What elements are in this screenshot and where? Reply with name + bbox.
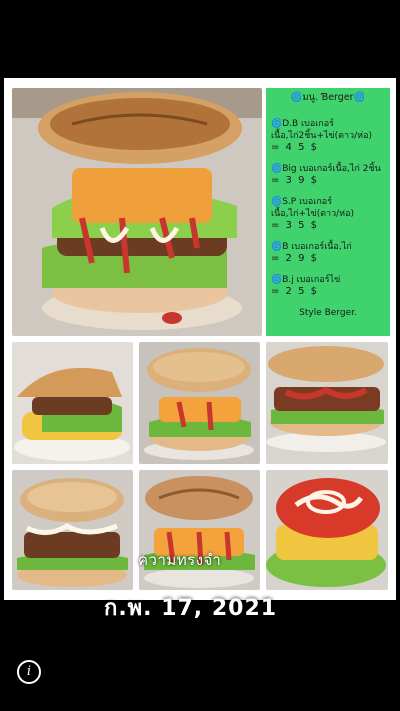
menu-item-db: 🌀D.B เบอเกอร์เนื้อ,ไก่2ชิ้น+ไข่(ดาว/ห่อ)… (271, 118, 385, 154)
burger-photo-open (266, 470, 388, 590)
menu-item-price: = 3 5 $ (271, 220, 319, 231)
burger-photo-front (139, 342, 260, 464)
burger-photo-pair (266, 342, 388, 464)
menu-item-bj: 🌀B.j เบอเกอร์ไข่ = 2 5 $ (271, 274, 385, 298)
menu-item-price: = 3 9 $ (271, 175, 319, 186)
info-icon[interactable]: i (17, 660, 41, 684)
menu-title: 🌀มนู. Ɓerger🌀 (290, 92, 366, 103)
menu-item-sp: 🌀S.P เบอเกอร์เนื้อ,ไก่+ไข่(ดาว/ห่อ) = 3 … (271, 196, 385, 232)
memory-label: ความทรงจำ (138, 551, 222, 569)
top-black-band (0, 0, 400, 78)
menu-item-big: 🌀Big เบอเกอร์เนื้อ,ไก่ 2ชิ้น = 3 9 $ (271, 163, 385, 187)
menu-panel: 🌀มนู. Ɓerger🌀 🌀D.B เบอเกอร์เนื้อ,ไก่2ชิ้… (266, 88, 390, 336)
burger-photo-grilled (139, 470, 260, 590)
menu-item-name: 🌀Big เบอเกอร์เนื้อ,ไก่ 2ชิ้น (271, 164, 381, 174)
menu-item-price: = 4 5 $ (271, 142, 319, 153)
menu-item-name: 🌀D.B เบอเกอร์เนื้อ,ไก่2ชิ้น+ไข่(ดาว/ห่อ) (271, 119, 373, 141)
burger-photo-side (12, 342, 133, 464)
menu-item-b: 🌀B เบอเกอร์เนื้อ,ไก่ = 2 9 $ (271, 241, 385, 265)
menu-item-name: 🌀B.j เบอเกอร์ไข่ (271, 275, 341, 285)
burger-photo-mayo (12, 470, 133, 590)
memory-date: ก.พ. 17, 2021 (104, 596, 278, 621)
menu-style-label: Style Berger. (299, 308, 357, 318)
menu-item-price: = 2 5 $ (271, 286, 319, 297)
large-burger-photo (12, 88, 262, 336)
menu-item-name: 🌀B เบอเกอร์เนื้อ,ไก่ (271, 242, 352, 252)
menu-item-name: 🌀S.P เบอเกอร์เนื้อ,ไก่+ไข่(ดาว/ห่อ) (271, 197, 355, 219)
menu-item-price: = 2 9 $ (271, 253, 319, 264)
